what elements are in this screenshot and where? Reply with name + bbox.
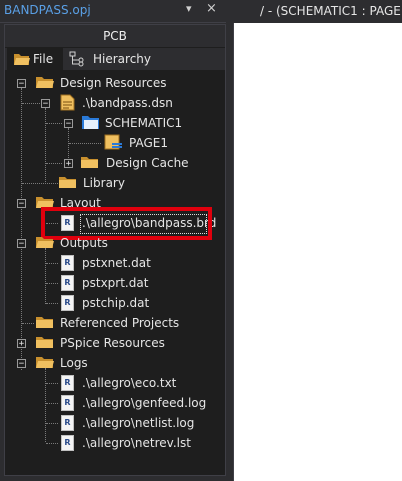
tree-item-page[interactable]: PAGE1 (129, 133, 168, 153)
pin-dropdown-icon[interactable]: ▾ (186, 2, 192, 15)
tree-item-log-4[interactable]: .\allegro\netrev.lst (82, 433, 191, 453)
tab-file[interactable]: File (7, 48, 63, 70)
tree-line (45, 248, 46, 304)
tree-item-dsn[interactable]: .\bandpass.dsn (82, 93, 173, 113)
tree-item-design-cache[interactable]: Design Cache (106, 153, 189, 173)
tree-line (22, 323, 34, 324)
tree-line (22, 103, 40, 104)
report-file-icon: R (61, 275, 74, 291)
schematic-canvas[interactable] (233, 23, 402, 481)
report-file-icon: R (61, 435, 74, 451)
panel-heading: PCB (5, 25, 225, 47)
folder-open-icon (36, 237, 54, 248)
tree-item-output-1[interactable]: pstxnet.dat (82, 253, 151, 273)
tree-item-output-2[interactable]: pstxprt.dat (82, 273, 148, 293)
folder-icon (59, 177, 76, 188)
tab-hierarchy-label: Hierarchy (93, 52, 152, 66)
tree-line (46, 443, 58, 444)
design-file-icon (60, 94, 75, 111)
collapse-expander[interactable]: − (17, 359, 26, 369)
tab-file-label: File (33, 52, 54, 66)
panel-title[interactable]: BANDPASS.opj (4, 3, 91, 17)
tree-line (45, 108, 46, 184)
report-file-icon: R (61, 395, 74, 411)
tree-line (46, 163, 62, 164)
tree-line (46, 403, 58, 404)
tree-line (46, 283, 58, 284)
folder-icon (36, 317, 53, 328)
expand-expander[interactable]: + (17, 339, 26, 349)
tree-line (46, 383, 58, 384)
folder-open-icon (36, 77, 54, 88)
tree-item-output-3[interactable]: pstchip.dat (82, 293, 149, 313)
document-tab[interactable]: / - (SCHEMATIC1 : PAGE1) (232, 0, 402, 22)
report-file-icon: R (61, 375, 74, 391)
tree-line (46, 423, 58, 424)
tree-line (21, 88, 22, 370)
tree-line (69, 143, 101, 144)
hierarchy-icon (69, 51, 87, 74)
schematic-folder-icon (82, 116, 99, 129)
collapse-expander[interactable]: − (17, 199, 26, 209)
open-folder-icon (13, 51, 31, 73)
tree-line (46, 263, 58, 264)
collapse-expander[interactable]: − (17, 239, 26, 249)
tree-line (46, 123, 62, 124)
report-file-icon: R (61, 295, 74, 311)
tree-item-logs[interactable]: Logs (60, 353, 88, 373)
folder-icon (36, 337, 53, 348)
collapse-expander[interactable]: − (64, 119, 73, 129)
tree-item-log-1[interactable]: .\allegro\eco.txt (82, 373, 176, 393)
folder-open-icon (36, 357, 54, 368)
tab-bar: File Hierarchy (5, 48, 225, 70)
tree-item-pspice-resources[interactable]: PSpice Resources (60, 333, 165, 353)
tree-line (46, 303, 58, 304)
panel-titlebar: BANDPASS.opj ▾ × (0, 0, 226, 23)
tree-item-design-resources[interactable]: Design Resources (60, 73, 167, 93)
page-icon (104, 134, 122, 150)
tree-item-log-3[interactable]: .\allegro\netlist.log (82, 413, 194, 433)
tab-hierarchy[interactable]: Hierarchy (63, 48, 163, 70)
expand-expander[interactable]: + (64, 159, 73, 169)
report-file-icon: R (61, 255, 74, 271)
tree-item-log-2[interactable]: .\allegro\genfeed.log (82, 393, 206, 413)
tree-line (22, 183, 58, 184)
tree-line (45, 368, 46, 442)
folder-icon (81, 157, 98, 168)
collapse-expander[interactable]: − (41, 99, 50, 109)
tree-item-outputs[interactable]: Outputs (60, 233, 108, 253)
collapse-expander[interactable]: − (17, 79, 26, 89)
close-icon[interactable]: × (206, 1, 217, 16)
report-file-icon: R (61, 415, 74, 431)
tree-item-referenced-projects[interactable]: Referenced Projects (60, 313, 179, 333)
tree-item-schematic[interactable]: SCHEMATIC1 (105, 113, 182, 133)
tree-item-library[interactable]: Library (83, 173, 125, 193)
